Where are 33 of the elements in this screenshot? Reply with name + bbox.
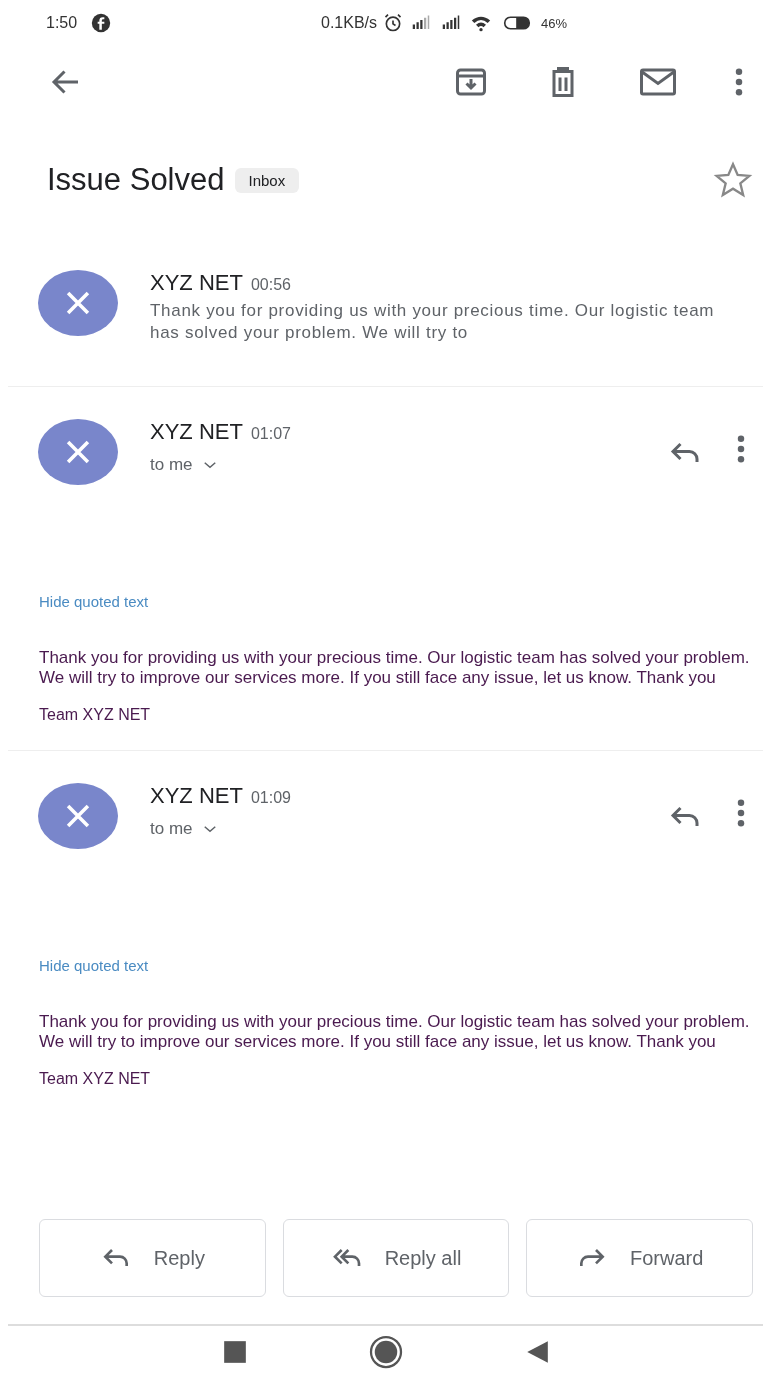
battery-level: 46% <box>541 15 568 31</box>
more-icon <box>735 68 743 96</box>
clock: 1:50 <box>46 14 78 32</box>
hide-quoted-link[interactable]: Hide quoted text <box>39 593 149 610</box>
alarm-icon <box>383 13 404 33</box>
message-snippet: Thank you for providing us with your precious time. Our logistic team has solved your problem. We will try to <box>150 300 716 344</box>
recipient-toggle[interactable]: to me <box>150 455 219 475</box>
more-icon <box>737 435 745 463</box>
signature: Team XYZ NET <box>39 706 152 724</box>
more-icon <box>737 799 745 827</box>
inbox-label: Inbox <box>234 167 300 193</box>
reply-button[interactable]: Reply <box>39 1219 266 1297</box>
sender-name: XYZ NET <box>150 419 243 444</box>
reply-all-button[interactable]: Reply all <box>282 1219 510 1297</box>
message-time: 00:56 <box>250 276 291 293</box>
sender-name: XYZ NET <box>150 270 243 295</box>
star-icon <box>713 160 753 200</box>
message-body: Thank you for providing us with your precious time. Our logistic team has solved your problem. We will try to improve our services more. If you still face any issue, let us know. Thank you <box>39 1012 751 1052</box>
network-speed: 0.1KB/s <box>321 14 378 32</box>
message-time: 01:07 <box>250 425 291 442</box>
recents-button[interactable] <box>221 1339 248 1365</box>
message-time: 01:09 <box>250 789 291 806</box>
square-icon <box>221 1339 248 1365</box>
hide-quoted-link[interactable]: Hide quoted text <box>39 957 149 974</box>
sender-name: XYZ NET <box>150 783 243 808</box>
signature: Team XYZ NET <box>39 1070 152 1088</box>
subject-title: Issue Solved <box>47 162 225 198</box>
message-body: Thank you for providing us with your precious time. Our logistic team has solved your problem. We will try to improve our services more. If you still face any issue, let us know. Thank you <box>39 648 751 688</box>
home-button[interactable] <box>367 1334 404 1370</box>
facebook-icon <box>91 13 112 33</box>
forward-button[interactable]: Forward <box>526 1219 753 1297</box>
circle-icon <box>367 1334 404 1370</box>
recipient-toggle[interactable]: to me <box>150 819 219 839</box>
